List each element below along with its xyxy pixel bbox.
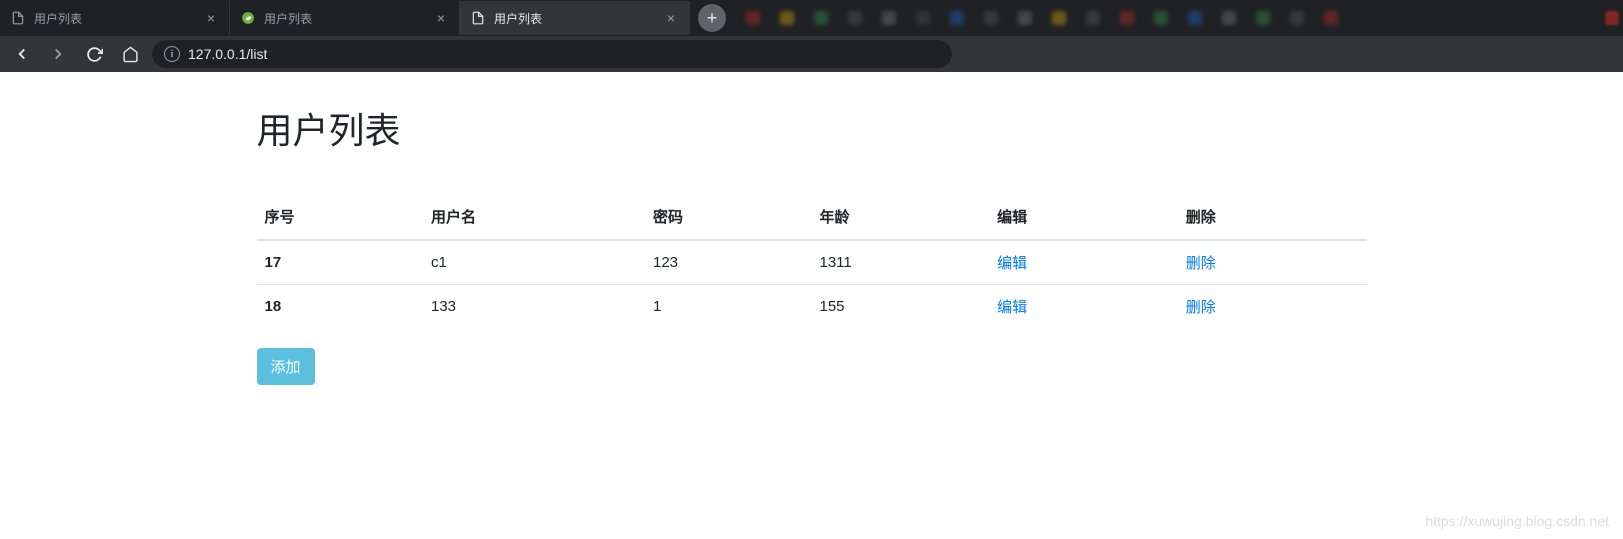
edit-link[interactable]: 编辑 <box>997 299 1027 316</box>
browser-tab-2[interactable]: 用户列表 × <box>460 1 690 35</box>
home-button[interactable] <box>116 40 144 68</box>
tab-strip: 用户列表 × 用户列表 × 用户列表 × + <box>0 0 1623 36</box>
file-icon <box>10 10 26 26</box>
cell-username: c1 <box>423 240 645 285</box>
table-row: 18 133 1 155 编辑 删除 <box>257 285 1367 329</box>
delete-link[interactable]: 删除 <box>1186 255 1216 272</box>
cell-password: 1 <box>645 285 812 329</box>
browser-chrome: 用户列表 × 用户列表 × 用户列表 × + <box>0 0 1623 72</box>
back-button[interactable] <box>8 40 36 68</box>
edit-link[interactable]: 编辑 <box>997 255 1027 272</box>
tab-title: 用户列表 <box>264 10 425 27</box>
column-header-password: 密码 <box>645 194 812 240</box>
cell-age: 1311 <box>812 240 990 285</box>
cell-age: 155 <box>812 285 990 329</box>
spring-icon <box>240 10 256 26</box>
edge-indicator <box>1605 11 1619 25</box>
cell-password: 123 <box>645 240 812 285</box>
file-icon <box>470 10 486 26</box>
forward-button[interactable] <box>44 40 72 68</box>
column-header-age: 年龄 <box>812 194 990 240</box>
watermark: https://xuwujing.blog.csdn.net <box>1425 513 1609 529</box>
cell-id: 18 <box>257 285 424 329</box>
column-header-id: 序号 <box>257 194 424 240</box>
browser-tab-0[interactable]: 用户列表 × <box>0 1 230 35</box>
cell-username: 133 <box>423 285 645 329</box>
close-icon[interactable]: × <box>433 10 449 26</box>
new-tab-button[interactable]: + <box>698 4 726 32</box>
close-icon[interactable]: × <box>663 10 679 26</box>
delete-link[interactable]: 删除 <box>1186 299 1216 316</box>
cell-id: 17 <box>257 240 424 285</box>
reload-button[interactable] <box>80 40 108 68</box>
column-header-edit: 编辑 <box>989 194 1178 240</box>
column-header-delete: 删除 <box>1178 194 1367 240</box>
user-table: 序号 用户名 密码 年龄 编辑 删除 17 c1 123 1311 编辑 删除 <box>257 194 1367 328</box>
tab-title: 用户列表 <box>34 10 195 27</box>
address-bar[interactable]: i 127.0.0.1/list <box>152 40 952 68</box>
table-header-row: 序号 用户名 密码 年龄 编辑 删除 <box>257 194 1367 240</box>
add-button[interactable]: 添加 <box>257 348 315 385</box>
close-icon[interactable]: × <box>203 10 219 26</box>
bookmarks-bar-blurred <box>726 1 1605 35</box>
page-content: 用户列表 序号 用户名 密码 年龄 编辑 删除 17 c1 123 1311 <box>0 72 1623 415</box>
browser-tab-1[interactable]: 用户列表 × <box>230 1 460 35</box>
browser-toolbar: i 127.0.0.1/list <box>0 36 1623 72</box>
table-row: 17 c1 123 1311 编辑 删除 <box>257 240 1367 285</box>
tab-title: 用户列表 <box>494 10 655 27</box>
site-info-icon[interactable]: i <box>164 46 180 62</box>
page-title: 用户列表 <box>257 102 1367 154</box>
column-header-username: 用户名 <box>423 194 645 240</box>
url-text: 127.0.0.1/list <box>188 46 267 62</box>
